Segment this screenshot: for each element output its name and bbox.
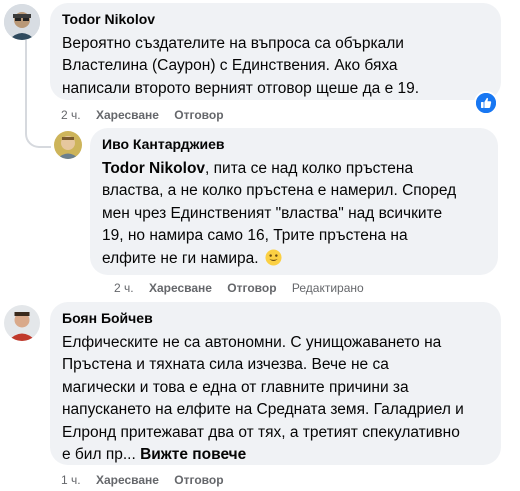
comment-text-line: 19, но намира само 16, Трите пръстена на bbox=[102, 227, 408, 245]
comment-timestamp[interactable]: 2 ч. bbox=[61, 108, 81, 122]
avatar-image bbox=[4, 305, 40, 341]
like-icon bbox=[476, 93, 496, 113]
see-more-link[interactable]: Вижте повече bbox=[140, 446, 246, 463]
comment-bubble: Иво Кантарджиев Todor Nikolov, пита се н… bbox=[90, 128, 498, 275]
like-reaction-badge[interactable] bbox=[474, 91, 498, 115]
comment-text-line: е бил пр... Вижте повече bbox=[62, 444, 489, 466]
comment-actions: 1 ч. Харесване Отговор bbox=[61, 473, 236, 487]
comment-timestamp[interactable]: 2 ч. bbox=[114, 281, 134, 295]
like-button[interactable]: Харесване bbox=[149, 281, 212, 295]
like-button[interactable]: Харесване bbox=[96, 108, 159, 122]
comment-bubble: Todor Nikolov Вероятно създателите на въ… bbox=[50, 3, 501, 100]
comment-author[interactable]: Todor Nikolov bbox=[62, 11, 489, 28]
comment-text: Todor Nikolov, пита се над колко пръстен… bbox=[102, 158, 486, 270]
edited-label: Редактирано bbox=[291, 281, 364, 295]
avatar[interactable] bbox=[4, 4, 40, 40]
comment-text-line: магически и това е една от главните прич… bbox=[62, 378, 409, 396]
comment-text-fragment: елфите не ги намира. bbox=[102, 249, 259, 267]
comment-bubble: Боян Бойчев Елфическите не са автономни.… bbox=[50, 302, 501, 465]
avatar-image bbox=[4, 4, 40, 40]
comment-text-line: напускането на елфите на Средната земя. … bbox=[62, 401, 464, 419]
comment-text-line: Властелина (Саурон) с Единствения. Ако б… bbox=[62, 57, 398, 75]
comment-text-line: Вероятно създателите на въпроса са обърк… bbox=[62, 35, 404, 52]
reply-button[interactable]: Отговор bbox=[174, 108, 223, 122]
comment-author[interactable]: Боян Бойчев bbox=[62, 310, 489, 327]
comment-actions: 2 ч. Харесване Отговор Редактирано bbox=[114, 281, 376, 295]
comment-text-fragment: е бил пр... bbox=[62, 446, 136, 464]
comment-text: Вероятно създателите на въпроса са обърк… bbox=[62, 33, 489, 100]
avatar[interactable] bbox=[54, 131, 82, 159]
comment-actions: 2 ч. Харесване Отговор bbox=[61, 108, 236, 122]
mention-link[interactable]: Todor Nikolov bbox=[102, 160, 205, 177]
comment-text-line: написали второто верният отговор щеше да… bbox=[62, 79, 420, 97]
comment-text-fragment: , пита се над колко пръстена bbox=[205, 160, 414, 177]
comment-text-line: властва, а не колко пръстена е намерил. … bbox=[102, 182, 457, 200]
reply-button[interactable]: Отговор bbox=[227, 281, 276, 295]
comment-text-line: Елфическите не са автономни. С унищожава… bbox=[62, 334, 442, 351]
like-button[interactable]: Харесване bbox=[96, 473, 159, 487]
thread-connector bbox=[25, 118, 51, 148]
avatar-image bbox=[54, 131, 82, 159]
avatar[interactable] bbox=[4, 305, 40, 341]
comment-text-line: Елронд притежават два от тях, а третият … bbox=[62, 423, 460, 441]
comment-text-line: Todor Nikolov, пита се над колко пръстен… bbox=[102, 158, 486, 180]
reply-button[interactable]: Отговор bbox=[174, 473, 223, 487]
comment-text: Елфическите не са автономни. С унищожава… bbox=[62, 332, 489, 466]
comment-timestamp[interactable]: 1 ч. bbox=[61, 473, 81, 487]
comment-text-line: мен чрез Единственият "властва" над всич… bbox=[102, 204, 443, 222]
thread-line bbox=[25, 40, 27, 125]
smile-emoji-icon bbox=[265, 249, 282, 266]
comment-text-line: Пръстена и тяхната сила изчезва. Вече не… bbox=[62, 356, 389, 374]
comment-author[interactable]: Иво Кантарджиев bbox=[102, 136, 486, 153]
comment-text-line: елфите не ги намира. bbox=[102, 248, 486, 270]
